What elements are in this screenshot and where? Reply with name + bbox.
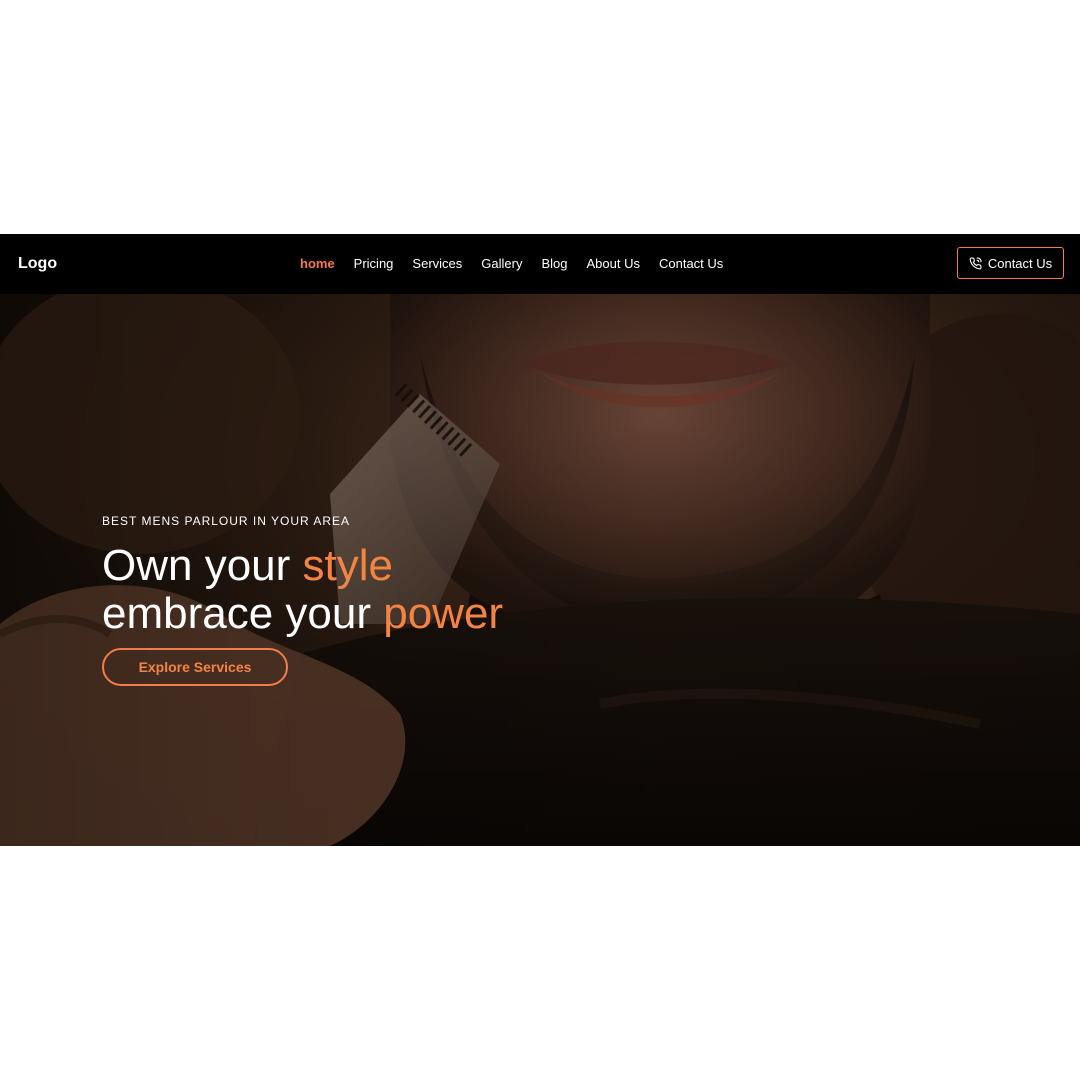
hero-tagline: BEST MENS PARLOUR IN YOUR AREA: [102, 514, 351, 528]
hero-content: BEST MENS PARLOUR IN YOUR AREA Own your …: [102, 514, 503, 686]
headline-line1-accent: style: [302, 541, 393, 590]
nav-link-home[interactable]: home: [300, 256, 335, 271]
nav-link-gallery[interactable]: Gallery: [481, 256, 522, 271]
headline-line2-plain: embrace your: [102, 589, 384, 638]
nav-link-about-us[interactable]: About Us: [587, 256, 640, 271]
contact-us-button[interactable]: Contact Us: [957, 247, 1064, 279]
phone-icon: [969, 257, 982, 270]
nav-link-contact-us[interactable]: Contact Us: [659, 256, 723, 271]
headline-line2-accent: power: [383, 589, 504, 638]
explore-services-button[interactable]: Explore Services: [102, 648, 288, 686]
navbar: Logo home Pricing Services Gallery Blog …: [0, 234, 1080, 294]
nav-link-blog[interactable]: Blog: [541, 256, 567, 271]
nav-links: home Pricing Services Gallery Blog About…: [300, 234, 742, 294]
headline-line1-plain: Own your: [102, 541, 303, 590]
nav-link-pricing[interactable]: Pricing: [354, 256, 394, 271]
hero-section: BEST MENS PARLOUR IN YOUR AREA Own your …: [0, 294, 1080, 846]
logo[interactable]: Logo: [18, 234, 57, 294]
hero-headline: Own your style embrace your power: [102, 542, 503, 638]
nav-link-services[interactable]: Services: [412, 256, 462, 271]
landing-page: Logo home Pricing Services Gallery Blog …: [0, 234, 1080, 846]
contact-us-button-label: Contact Us: [987, 255, 1053, 271]
